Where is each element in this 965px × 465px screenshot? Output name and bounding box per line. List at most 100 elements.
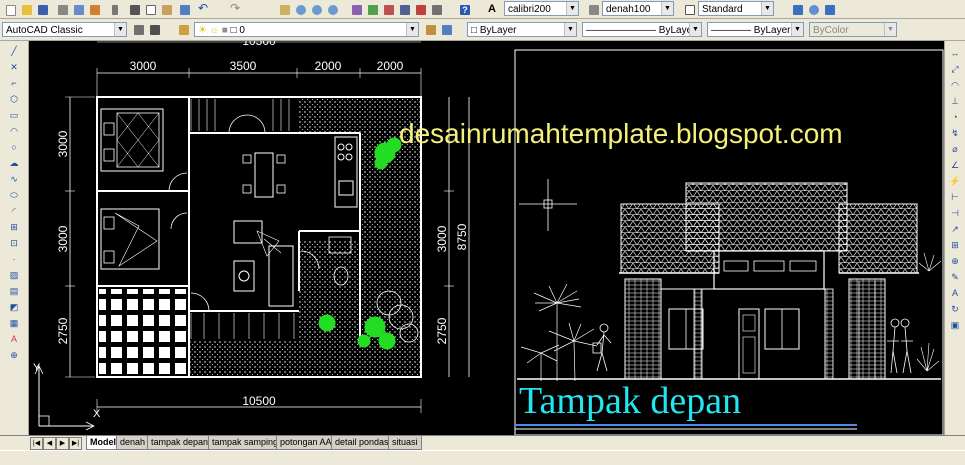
first-tab-icon[interactable]: |◀ (30, 437, 43, 450)
save-icon[interactable] (35, 2, 51, 18)
prev-tab-icon[interactable]: ◀ (43, 437, 56, 450)
chevron-down-icon: ▼ (661, 2, 673, 15)
sheet-set-icon[interactable] (397, 2, 413, 18)
text-style-dropdown[interactable]: calibri200 ▼ (504, 1, 579, 16)
layer-previous-icon[interactable] (439, 22, 455, 38)
dim-right-total: 8750 (455, 223, 469, 250)
revision-cloud-icon[interactable]: ☁ (6, 157, 22, 169)
text-style-icon: A (488, 3, 496, 15)
ellipse-icon[interactable]: ⬭ (6, 189, 22, 201)
color-dropdown[interactable]: □ ByLayer ▼ (467, 22, 577, 37)
tool-palettes-icon[interactable] (381, 2, 397, 18)
table-icon[interactable]: ▦ (6, 317, 22, 329)
new-file-icon[interactable] (3, 2, 19, 18)
design-center-icon[interactable] (365, 2, 381, 18)
workspace-save-icon[interactable] (147, 22, 163, 38)
ordinate-icon[interactable]: ⊥ (948, 95, 962, 107)
modify-icon[interactable]: ⊕ (6, 349, 22, 361)
dim-style-dropdown[interactable]: denah100 ▼ (602, 1, 674, 16)
markup-icon[interactable] (413, 2, 429, 18)
zoom-realtime-icon[interactable] (293, 2, 309, 18)
line-icon[interactable]: ╱ (6, 45, 22, 57)
dimension-update-icon[interactable]: ↻ (948, 303, 962, 315)
polyline-icon[interactable]: ⌐ (6, 77, 22, 89)
dim-bottom: 10500 (242, 394, 276, 408)
linear-dimension-icon[interactable]: ↔ (948, 47, 962, 59)
help-icon[interactable]: ? (457, 2, 473, 18)
tab-situasi[interactable]: situasi (388, 436, 422, 450)
rectangle-icon[interactable]: ▭ (6, 109, 22, 121)
zoom-window-icon[interactable] (309, 2, 325, 18)
construction-line-icon[interactable]: ✕ (6, 61, 22, 73)
make-layer-current-icon[interactable] (423, 22, 439, 38)
angular-icon[interactable]: ∠ (948, 159, 962, 171)
arc-icon[interactable]: ◠ (6, 125, 22, 137)
layer-manager-icon[interactable] (176, 22, 192, 38)
dim-right-1: 3000 (435, 225, 449, 252)
calculator-icon[interactable] (429, 2, 445, 18)
lineweight-dropdown[interactable]: ———— ByLayer ▼ (707, 22, 804, 37)
match-properties-icon[interactable] (177, 2, 193, 18)
aligned-dimension-icon[interactable]: ⤢ (948, 63, 962, 75)
publish-icon[interactable] (87, 2, 103, 18)
tab-tampak-samping[interactable]: tampak samping (208, 436, 283, 450)
workspace-settings-icon[interactable] (131, 22, 147, 38)
tab-tampak-depan[interactable]: tampak depan (147, 436, 213, 450)
orbit-icon[interactable] (806, 2, 822, 18)
open-file-icon[interactable] (19, 2, 35, 18)
view-icon[interactable] (822, 2, 838, 18)
undo-icon[interactable]: ↶ (197, 2, 213, 18)
next-tab-icon[interactable]: ▶ (56, 437, 69, 450)
continue-icon[interactable]: ⊣ (948, 207, 962, 219)
last-tab-icon[interactable]: ▶| (69, 437, 82, 450)
zoom-previous-icon[interactable] (325, 2, 341, 18)
plot-preview-icon[interactable] (71, 2, 87, 18)
workspace-dropdown[interactable]: AutoCAD Classic ▼ (2, 22, 127, 37)
quick-leader-icon[interactable]: ↗ (948, 223, 962, 235)
copy-icon[interactable] (143, 2, 159, 18)
paste-icon[interactable] (159, 2, 175, 18)
ellipse-arc-icon[interactable]: ◜ (6, 205, 22, 217)
cut-clipboard-icon[interactable] (127, 2, 143, 18)
gradient-icon[interactable]: ▤ (6, 285, 22, 297)
multiline-text-icon[interactable]: A (6, 333, 22, 345)
cut-icon[interactable] (107, 2, 123, 18)
chevron-down-icon: ▼ (114, 23, 126, 36)
properties-icon[interactable] (349, 2, 365, 18)
dimension-edit-icon[interactable]: ✎ (948, 271, 962, 283)
radius-icon[interactable]: ◔ (948, 111, 962, 123)
quick-dimension-icon[interactable]: ⚡ (948, 175, 962, 187)
table-style-dropdown[interactable]: Standard ▼ (698, 1, 774, 16)
hatch-icon[interactable]: ▨ (6, 269, 22, 281)
diameter-icon[interactable]: ⌀ (948, 143, 962, 155)
tab-detail-pondasi[interactable]: detail pondasi (331, 436, 395, 450)
pan-icon[interactable] (277, 2, 293, 18)
center-mark-icon[interactable]: ⊕ (948, 255, 962, 267)
dim-left-3: 2750 (56, 317, 70, 344)
make-block-icon[interactable]: ⊡ (6, 237, 22, 249)
arc-length-icon[interactable]: ◠ (948, 79, 962, 91)
layer-dropdown[interactable]: ☀ ☼ ■ □ 0 ▼ (194, 22, 419, 37)
tab-denah[interactable]: denah (116, 436, 150, 450)
polygon-icon[interactable]: ⬡ (6, 93, 22, 105)
dim-style-icon (586, 2, 602, 18)
point-icon[interactable]: · (6, 253, 22, 265)
dimension-text-edit-icon[interactable]: A (948, 287, 962, 299)
tab-potongan-aa[interactable]: potongan AA (276, 436, 336, 450)
linetype-dropdown[interactable]: ——————— ByLayer ▼ (582, 22, 702, 37)
tolerance-icon[interactable]: ⊞ (948, 239, 962, 251)
spline-icon[interactable]: ∿ (6, 173, 22, 185)
jogged-icon[interactable]: ↯ (948, 127, 962, 139)
insert-block-icon[interactable]: ⊞ (6, 221, 22, 233)
plotstyle-dropdown[interactable]: ByColor ▼ (809, 22, 897, 37)
drawing-canvas[interactable]: 3000 3500 2000 2000 10500 10500 3000 300… (29, 41, 944, 435)
tab-model[interactable]: Model (86, 436, 120, 450)
table-style-icon (682, 2, 698, 18)
rotate-icon[interactable] (790, 2, 806, 18)
region-icon[interactable]: ◩ (6, 301, 22, 313)
plot-icon[interactable] (55, 2, 71, 18)
circle-icon[interactable]: ○ (6, 141, 22, 153)
redo-icon[interactable]: ↷ (229, 2, 245, 18)
dimension-style-icon[interactable]: ▣ (948, 319, 962, 331)
baseline-icon[interactable]: ⊢ (948, 191, 962, 203)
